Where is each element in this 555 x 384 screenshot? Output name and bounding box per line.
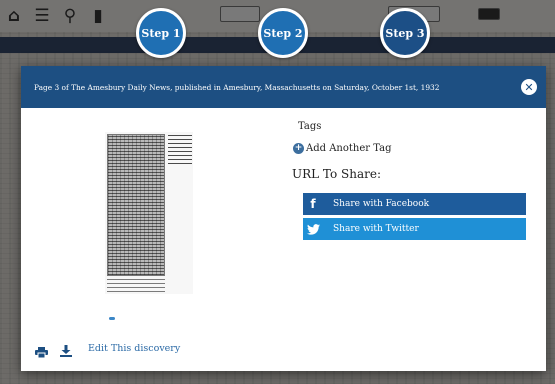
edit-discovery-link[interactable]: Edit This discovery <box>88 343 180 354</box>
close-icon: ✕ <box>524 80 534 94</box>
add-tag-label: Add Another Tag <box>306 143 392 154</box>
share-facebook-label: Share with Facebook <box>333 199 430 209</box>
share-twitter-button[interactable]: Share with Twitter <box>303 218 526 240</box>
plus-icon: + <box>293 143 304 154</box>
download-icon[interactable] <box>60 342 72 357</box>
step-2[interactable]: Step 2 <box>258 8 308 58</box>
share-twitter-label: Share with Twitter <box>333 224 419 234</box>
step-1[interactable]: Step 1 <box>136 8 186 58</box>
thumbnail-footer <box>107 278 165 292</box>
dialog-header: Page 3 of The Amesbury Daily News, publi… <box>21 66 546 108</box>
close-button[interactable]: ✕ <box>521 79 537 95</box>
page-description: Page 3 of The Amesbury Daily News, publi… <box>34 82 440 92</box>
thumbnail-headline <box>168 134 192 164</box>
twitter-icon <box>303 223 323 235</box>
thumbnail-column <box>107 134 165 276</box>
facebook-icon: f <box>310 197 316 211</box>
tags-heading: Tags <box>298 121 322 132</box>
add-tag-button[interactable]: + Add Another Tag <box>293 143 391 154</box>
share-dialog: Page 3 of The Amesbury Daily News, publi… <box>21 66 546 371</box>
print-icon[interactable] <box>35 343 48 359</box>
share-facebook-button[interactable]: f Share with Facebook <box>303 193 526 215</box>
thumbnail-indicator <box>109 317 115 320</box>
url-share-heading: URL To Share: <box>292 167 382 181</box>
step-3[interactable]: Step 3 <box>380 8 430 58</box>
page-thumbnail[interactable] <box>105 132 193 294</box>
